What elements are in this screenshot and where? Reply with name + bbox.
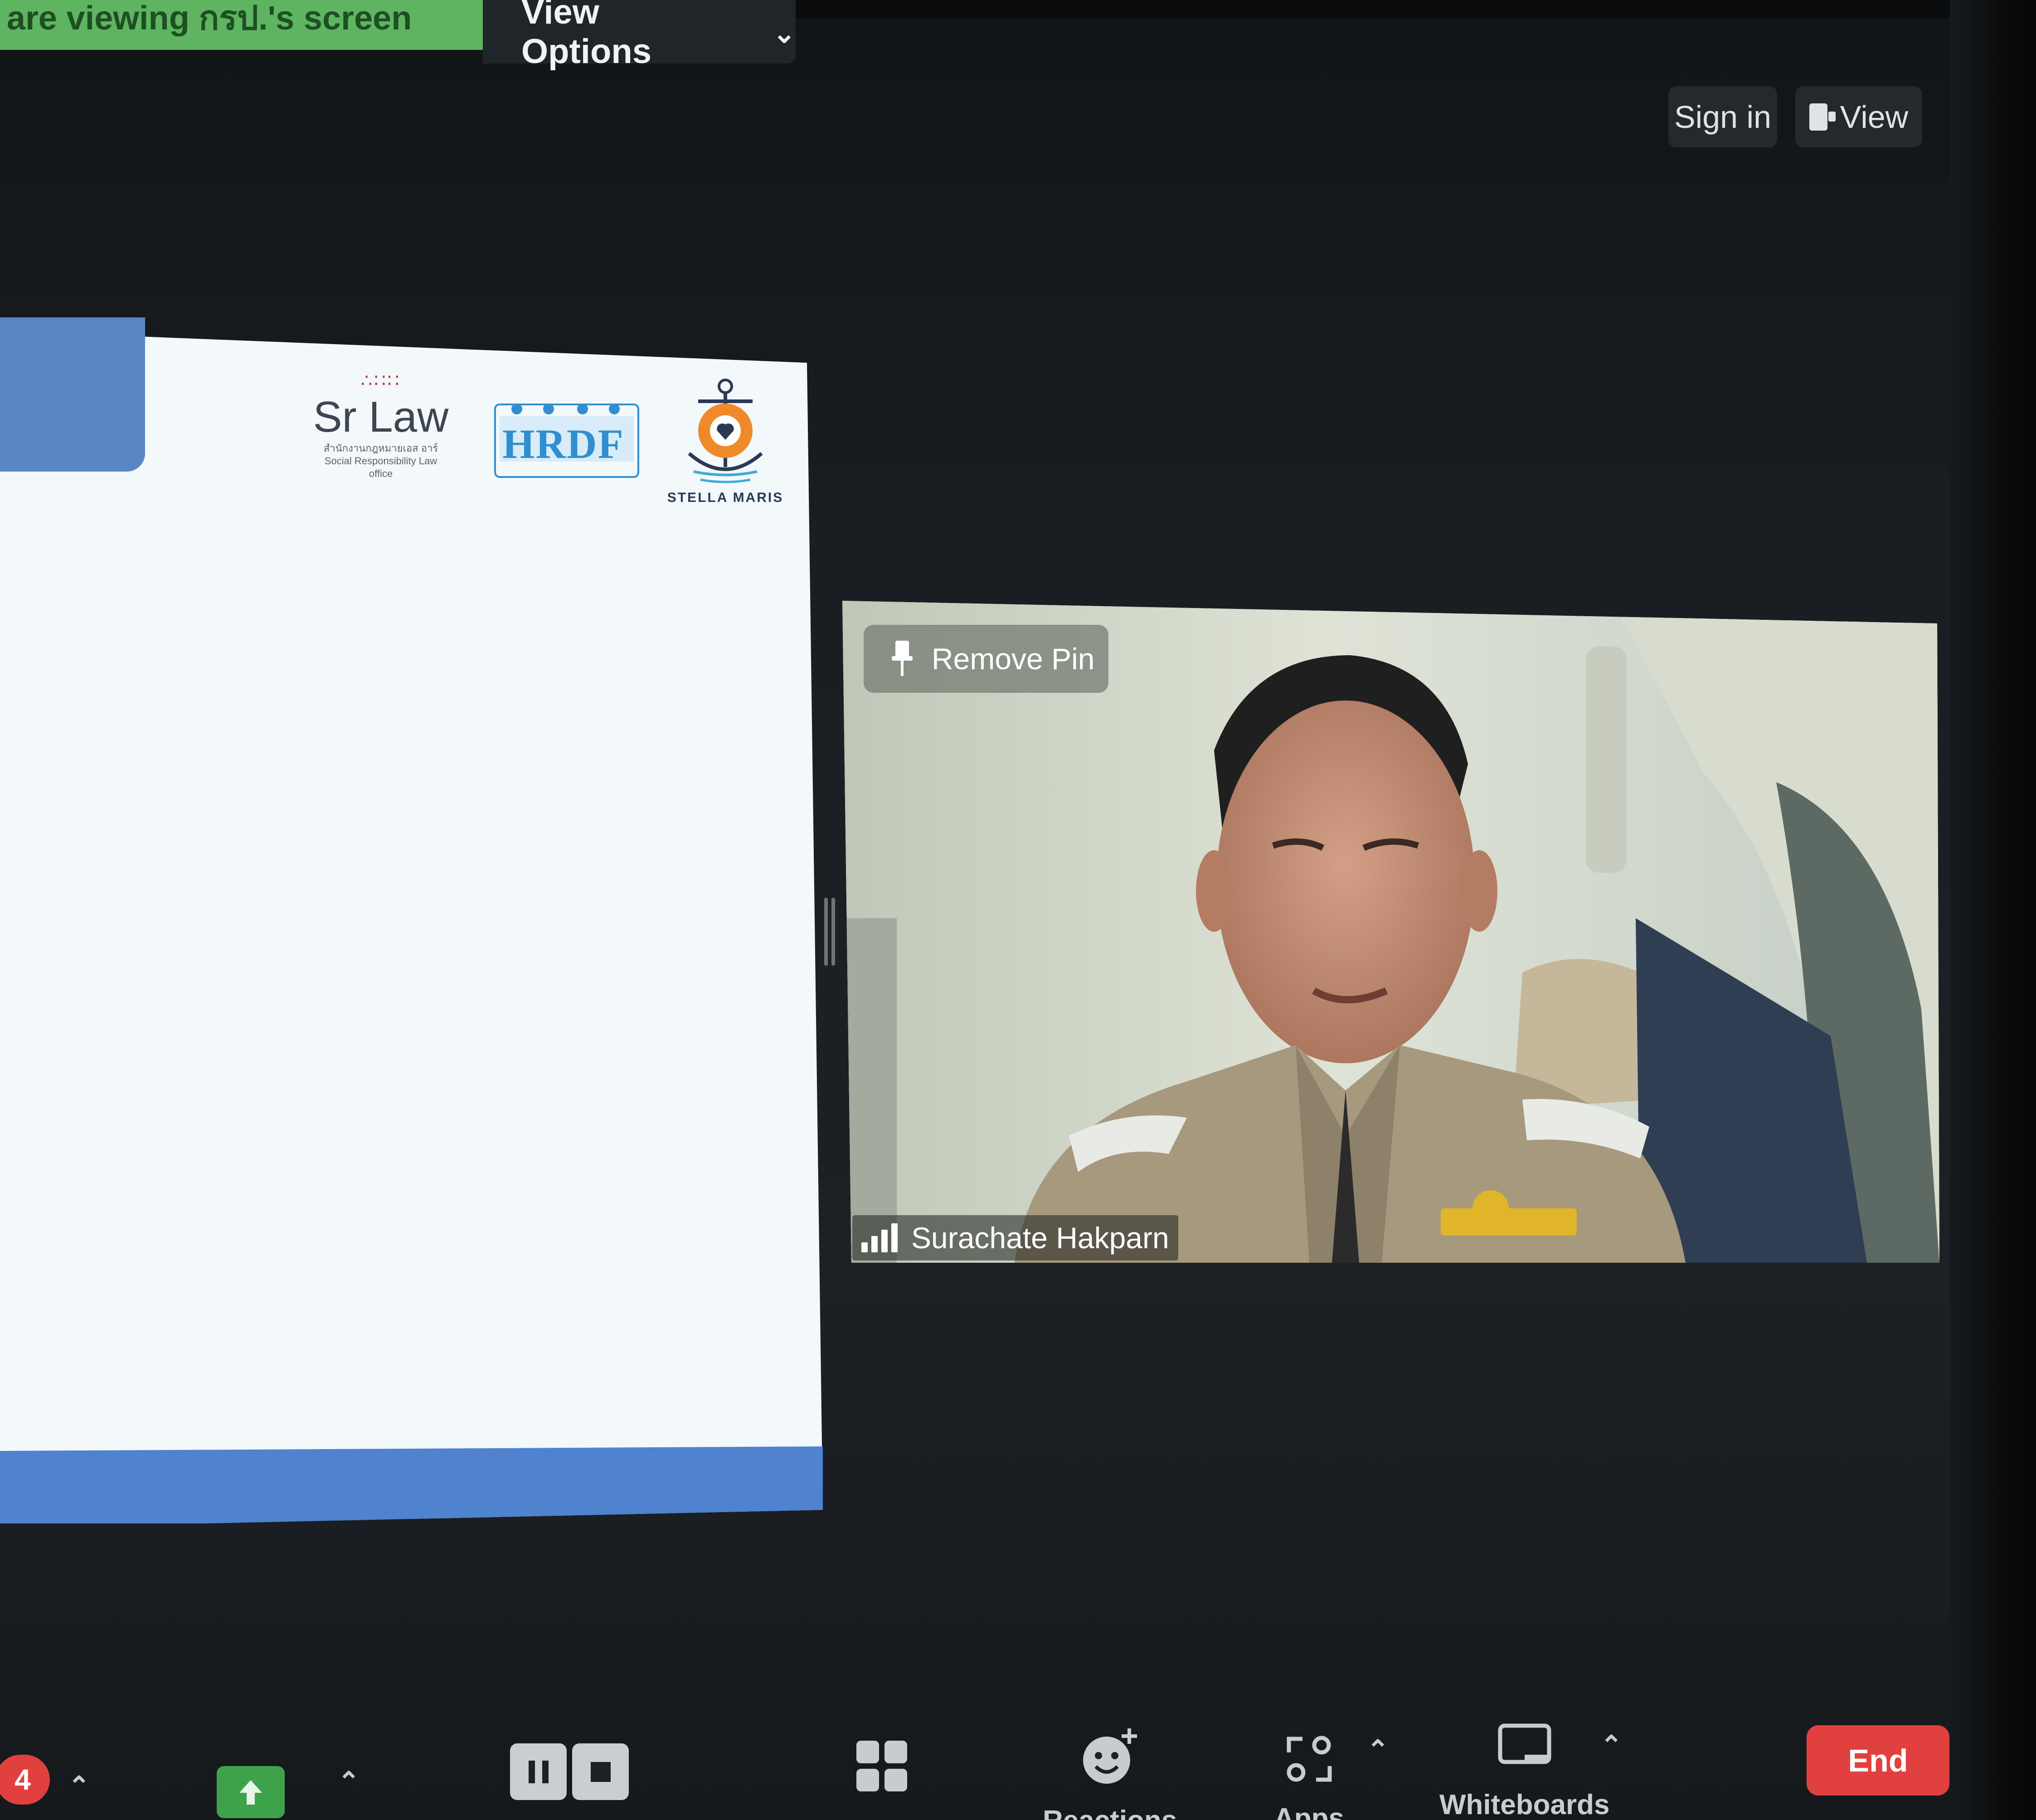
apps-icon (1287, 1736, 1331, 1782)
whiteboards-button[interactable]: Whiteboards (1439, 1723, 1609, 1820)
view-options-button[interactable]: View Options ⌄ (483, 0, 796, 71)
remove-pin-button[interactable]: Remove Pin (864, 625, 1108, 693)
participant-name-tag: Surachate Hakparn (852, 1215, 1178, 1260)
caret-up-icon[interactable]: ⌃ (68, 1771, 90, 1801)
screen-share-banner: You are viewing กรป.'s screen (0, 0, 483, 50)
srlaw-dots-icon: ∴∷∷ (360, 371, 401, 391)
srlaw-name: Sr Law (313, 393, 449, 441)
handle-bar (824, 898, 828, 966)
pin-icon (892, 641, 913, 676)
stop-share-button[interactable] (572, 1743, 629, 1800)
caret-up-icon[interactable]: ⌃ (1367, 1734, 1389, 1765)
notification-badge: 4 (0, 1755, 50, 1805)
hrdf-logo: HRDF (494, 399, 639, 481)
participant-video-tile[interactable] (842, 601, 1939, 1263)
srlaw-sub-th: สำนักงานกฎหมายเอส อาร์ (323, 443, 438, 454)
pause-share-button[interactable] (510, 1743, 567, 1800)
anchor-lifebuoy-icon (688, 379, 763, 483)
whiteboards-label: Whiteboards (1439, 1789, 1610, 1820)
end-meeting-button[interactable]: End (1807, 1725, 1949, 1796)
participant-name: Surachate Hakparn (911, 1221, 1169, 1255)
stella-maris-logo: STELLA MARIS (666, 376, 784, 512)
srlaw-sub-en: Social Responsibility Law office (324, 455, 437, 479)
slide-footer-bar (0, 1446, 823, 1523)
view-layout-icon (1809, 103, 1836, 131)
end-label: End (1848, 1742, 1908, 1778)
view-button[interactable]: View (1795, 86, 1922, 147)
participant-video-feed (842, 601, 1939, 1263)
monitor-bezel-right (1950, 0, 2036, 1820)
srlaw-logo: ∴∷∷ Sr Law สำนักงานกฎหมายเอส อาร์ Social… (313, 370, 449, 479)
zoom-meeting-window: You are viewing กรป.'s screen View Optio… (0, 0, 2036, 1820)
caret-up-icon[interactable]: ⌃ (1600, 1730, 1623, 1761)
remove-pin-label: Remove Pin (932, 642, 1095, 676)
arrow-up-icon (239, 1780, 262, 1805)
emoji-add-icon (1083, 1728, 1137, 1784)
sign-in-label: Sign in (1674, 99, 1772, 135)
sign-in-button[interactable]: Sign in (1668, 86, 1777, 147)
chevron-down-icon: ⌄ (773, 18, 796, 49)
handle-bar (831, 898, 835, 966)
reactions-button[interactable]: Reactions (1043, 1728, 1177, 1820)
grid-icon (856, 1741, 907, 1791)
apps-button[interactable]: Apps (1274, 1734, 1344, 1820)
view-label: View (1840, 99, 1909, 135)
share-screen-button[interactable] (217, 1766, 285, 1818)
reactions-label: Reactions (1043, 1805, 1177, 1820)
whiteboard-icon (1498, 1723, 1551, 1764)
split-view-handle[interactable] (823, 898, 836, 966)
slide-blue-tab (0, 317, 145, 472)
view-options-label: View Options (521, 0, 652, 71)
apps-label: Apps (1274, 1803, 1344, 1820)
stella-maris-name: STELLA MARIS (667, 490, 784, 505)
hrdf-name: HRDF (502, 421, 624, 467)
gallery-view-button[interactable] (855, 1739, 909, 1793)
caret-up-icon[interactable]: ⌃ (338, 1766, 360, 1797)
stop-icon (590, 1762, 611, 1782)
pause-icon (528, 1760, 549, 1783)
signal-strength-icon (861, 1223, 898, 1252)
